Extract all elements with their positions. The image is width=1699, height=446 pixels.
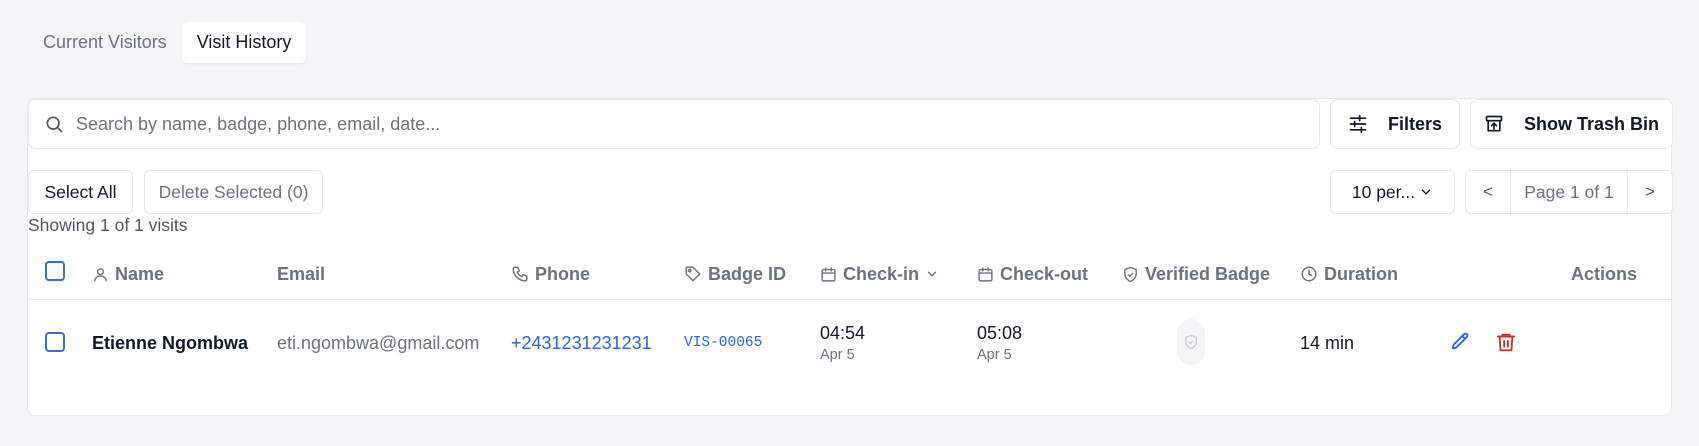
next-page-button[interactable]: > [1628, 171, 1672, 213]
visitor-email: eti.ngombwa@gmail.com [277, 333, 480, 353]
shield-check-icon [1124, 266, 1137, 282]
column-header-verified-badge[interactable]: Verified Badge [1122, 263, 1270, 285]
user-icon [94, 267, 107, 282]
archive-icon [1485, 115, 1503, 132]
per-page-select[interactable]: 10 per... [1330, 170, 1455, 214]
trash-bin-label: Show Trash Bin [1523, 113, 1660, 134]
column-header-phone[interactable]: Phone [511, 263, 590, 285]
column-header-email[interactable]: Email [277, 263, 325, 285]
column-header-check-in[interactable]: Check-in [820, 263, 945, 285]
results-count: Showing 1 of 1 visits [28, 215, 188, 235]
tab-bar: Current Visitors Visit History [28, 22, 307, 63]
calendar-icon [978, 266, 993, 282]
visitor-badge-id: VIS-00065 [684, 335, 763, 351]
column-label: Check-out [1000, 263, 1089, 284]
shield-check-icon [1185, 334, 1197, 350]
check-in-date: Apr 5 [820, 347, 855, 363]
search-bar[interactable] [28, 99, 1320, 149]
column-label: Check-in [843, 263, 920, 284]
chevron-down-icon [927, 271, 937, 277]
delete-button[interactable] [1495, 331, 1517, 353]
page-indicator: Page 1 of 1 [1510, 171, 1628, 213]
header-divider [28, 299, 1673, 300]
verified-badge-indicator [1177, 319, 1205, 365]
show-trash-bin-button[interactable]: Show Trash Bin [1470, 99, 1673, 149]
delete-selected-button[interactable]: Delete Selected (0) [144, 170, 323, 214]
per-page-value: 10 per... [1351, 181, 1416, 202]
search-input[interactable] [76, 113, 1276, 135]
check-in-time: 04:54 [820, 323, 866, 343]
column-label: Actions [1571, 263, 1638, 284]
visit-history-panel: Filters Show Trash Bin Select All Delete… [27, 98, 1673, 416]
calendar-icon [821, 266, 836, 282]
select-all-checkbox[interactable] [45, 261, 65, 281]
column-label: Verified Badge [1145, 263, 1271, 284]
pagination: < Page 1 of 1 > [1465, 170, 1673, 214]
chevron-down-icon [1421, 189, 1431, 195]
column-label: Badge ID [708, 263, 787, 284]
tag-icon [685, 266, 701, 282]
select-all-button[interactable]: Select All [28, 170, 133, 214]
search-icon [46, 116, 63, 133]
column-header-badge-id[interactable]: Badge ID [684, 263, 786, 285]
column-label: Name [115, 263, 165, 284]
sliders-icon [1349, 114, 1367, 134]
column-label: Email [277, 263, 326, 284]
tab-visit-history[interactable]: Visit History [181, 22, 307, 63]
row-checkbox[interactable] [45, 332, 65, 352]
check-out-date: Apr 5 [977, 347, 1012, 363]
prev-page-button[interactable]: < [1466, 171, 1510, 213]
column-header-name[interactable]: Name [92, 263, 164, 285]
visitor-phone[interactable]: +2431231231231 [511, 333, 652, 354]
tab-current-visitors[interactable]: Current Visitors [28, 22, 182, 63]
column-label: Duration [1324, 263, 1398, 284]
column-header-duration[interactable]: Duration [1300, 263, 1398, 285]
column-header-actions: Actions [1571, 263, 1637, 285]
phone-icon [512, 266, 528, 282]
visitor-name: Etienne Ngombwa [92, 333, 249, 353]
column-header-check-out[interactable]: Check-out [977, 263, 1088, 285]
clock-icon [1301, 266, 1317, 282]
filters-button[interactable]: Filters [1330, 99, 1460, 149]
visit-duration: 14 min [1300, 333, 1355, 353]
check-out-time: 05:08 [977, 323, 1023, 343]
filters-label: Filters [1387, 113, 1443, 134]
check-out-cell: 05:08 Apr 5 [977, 323, 1022, 363]
check-in-cell: 04:54 Apr 5 [820, 323, 865, 363]
column-label: Phone [535, 263, 591, 284]
edit-button[interactable] [1449, 331, 1471, 353]
